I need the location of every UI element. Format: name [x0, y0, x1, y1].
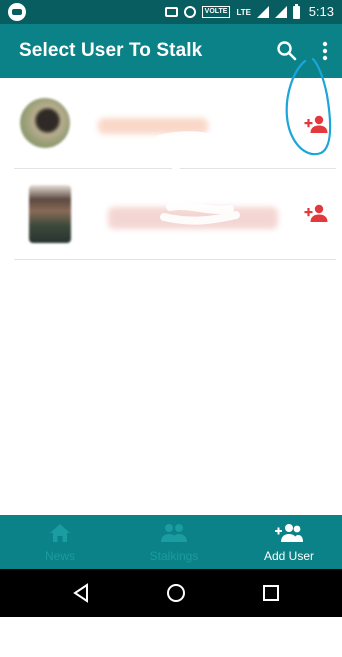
alarm-icon — [183, 6, 196, 18]
signal-icon-2 — [275, 6, 287, 18]
nav-label-news: News — [44, 549, 75, 563]
avatar — [20, 98, 70, 148]
search-icon — [277, 41, 297, 61]
status-bar: VOLTE LTE 5:13 — [0, 0, 342, 24]
blank-area — [0, 617, 342, 657]
volte-icon: VOLTE — [201, 6, 231, 18]
signal-icon — [257, 6, 269, 18]
user-name-redacted — [98, 118, 208, 134]
status-time: 5:13 — [308, 4, 334, 19]
nav-item-add-user[interactable]: Add User — [232, 515, 342, 569]
user-name-redacted — [108, 207, 278, 229]
screen: VOLTE LTE 5:13 Select User To Stalk News… — [0, 0, 342, 657]
avatar — [29, 185, 71, 243]
list-item[interactable] — [14, 78, 336, 169]
recents-icon[interactable] — [262, 584, 280, 602]
lte-icon: LTE — [236, 7, 251, 17]
add-user-button[interactable] — [304, 203, 328, 223]
page-title: Select User To Stalk — [19, 40, 203, 61]
person-add-group-icon — [275, 524, 303, 542]
system-nav-bar — [0, 569, 342, 617]
more-vert-icon — [322, 41, 328, 61]
search-button[interactable] — [274, 38, 300, 64]
nav-label-add-user: Add User — [263, 549, 315, 563]
people-icon — [161, 524, 187, 542]
add-user-button[interactable] — [304, 114, 328, 134]
status-icons: VOLTE LTE — [164, 3, 300, 20]
nav-item-news[interactable]: News — [3, 515, 117, 569]
list-item[interactable] — [14, 169, 336, 260]
app-notification-icon — [8, 3, 26, 21]
cast-icon — [164, 7, 178, 17]
more-options-button[interactable] — [318, 38, 332, 64]
battery-icon — [293, 3, 300, 19]
home-icon — [50, 524, 70, 542]
person-add-icon — [304, 204, 328, 222]
person-add-icon — [304, 115, 328, 133]
bottom-nav: News Stalkings Add User — [0, 515, 342, 569]
app-bar: Select User To Stalk — [0, 24, 342, 78]
home-circle-icon[interactable] — [166, 583, 186, 603]
nav-label-stalkings: Stalkings — [149, 549, 199, 563]
back-icon[interactable] — [72, 583, 90, 603]
nav-item-stalkings[interactable]: Stalkings — [117, 515, 231, 569]
